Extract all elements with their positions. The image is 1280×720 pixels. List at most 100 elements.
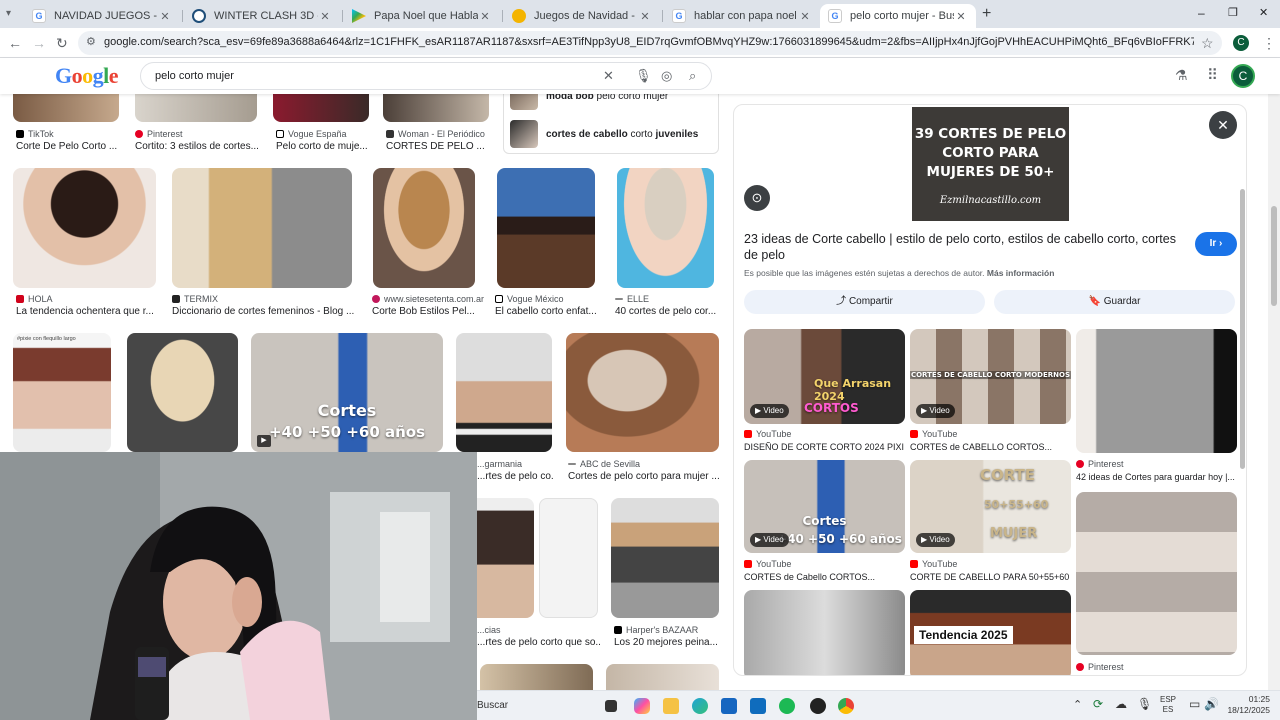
close-tab-icon[interactable]: ✕ [798, 10, 812, 23]
related-result[interactable]: CORTES DE CABELLO CORTO MODERNOS ▶ Video [910, 329, 1071, 424]
result-source[interactable]: www.sietesetenta.com.ar [372, 294, 484, 304]
close-tab-icon[interactable]: ✕ [638, 10, 652, 23]
related-source[interactable]: YouTube [744, 429, 791, 439]
volume-icon[interactable]: 🔊 [1204, 697, 1219, 711]
result-source[interactable]: TERMIX [172, 294, 218, 304]
spotify-icon[interactable] [779, 698, 795, 714]
clear-icon[interactable]: ✕ [603, 68, 614, 84]
related-result[interactable] [1076, 492, 1237, 655]
close-panel-button[interactable]: ✕ [1209, 111, 1237, 139]
image-result[interactable] [383, 94, 489, 122]
result-caption[interactable]: Corte Bob Estilos Pel... [372, 306, 476, 317]
result-source[interactable]: ...cias [477, 625, 501, 635]
related-result[interactable] [744, 590, 905, 675]
search-icon[interactable]: ⌕ [689, 68, 696, 84]
related-caption[interactable]: CORTE DE CABELLO PARA 50+55+60... [910, 572, 1070, 582]
file-explorer-icon[interactable] [663, 698, 679, 714]
page-scrollbar-thumb[interactable] [1271, 206, 1277, 306]
tab-papa-noel-apps[interactable]: Papa Noel que Habla - Apps en ✕ [344, 4, 500, 28]
image-result[interactable] [172, 168, 352, 288]
lens-search-button[interactable]: ⊙ [744, 185, 770, 211]
microphone-icon[interactable]: 🎙 [635, 68, 652, 84]
language-indicator[interactable]: ESP ES [1160, 695, 1176, 715]
tab-pelo-corto-mujer[interactable]: G pelo corto mujer - Buscar con G ✕ [820, 4, 976, 28]
related-result[interactable]: Cortes +40 +50 +60 años ▶ Video [744, 460, 905, 553]
image-result[interactable] [606, 664, 719, 690]
search-input[interactable]: pelo corto mujer [155, 70, 234, 82]
page-scrollbar[interactable] [1268, 94, 1280, 690]
menu-icon[interactable]: ⋮ [1262, 35, 1276, 51]
more-info-link[interactable]: Más información [987, 268, 1055, 278]
taskbar-search[interactable]: Buscar [477, 700, 508, 711]
result-caption[interactable]: Corte De Pelo Corto ... [16, 141, 126, 152]
image-result[interactable] [617, 168, 714, 288]
image-result[interactable]: #pixie con flequillo largo [13, 333, 111, 452]
result-source[interactable]: Vogue España [276, 129, 347, 139]
related-source[interactable]: Pinterest [1076, 662, 1124, 672]
result-source[interactable]: Pinterest [135, 129, 183, 139]
result-source[interactable]: Woman - El Periódico [386, 129, 485, 139]
result-caption[interactable]: 40 cortes de pelo cor... [615, 306, 717, 317]
reload-icon[interactable]: ↻ [56, 35, 68, 51]
image-result-video[interactable]: Cortes +40 +50 +60 años ▶ [251, 333, 443, 452]
tab-winter-clash[interactable]: WINTER CLASH 3D - ¡Juega Gr ✕ [184, 4, 340, 28]
store-icon[interactable] [721, 698, 737, 714]
obs-icon[interactable] [810, 698, 826, 714]
image-result[interactable] [13, 94, 119, 122]
clock[interactable]: 01:25 18/12/2025 [1224, 694, 1270, 716]
related-source[interactable]: YouTube [910, 429, 957, 439]
image-result[interactable] [497, 168, 595, 288]
result-source[interactable]: HOLA [16, 294, 53, 304]
bookmark-star-icon[interactable]: ☆ [1201, 35, 1214, 51]
close-tab-icon[interactable]: ✕ [158, 10, 172, 23]
site-info-icon[interactable]: ⚙ [86, 35, 96, 48]
result-source[interactable]: TikTok [16, 129, 54, 139]
image-result[interactable] [273, 94, 369, 122]
back-icon[interactable]: ← [8, 35, 22, 51]
close-window-button[interactable]: ✕ [1259, 6, 1268, 19]
microphone-tray-icon[interactable]: 🎙 [1137, 697, 1152, 711]
result-caption[interactable]: Cortito: 3 estilos de cortes... [135, 141, 261, 152]
lens-icon[interactable]: ◎ [661, 68, 672, 84]
task-view-icon[interactable] [605, 700, 617, 712]
edge-icon[interactable] [692, 698, 708, 714]
related-source[interactable]: Pinterest [1076, 459, 1124, 469]
result-source[interactable]: Vogue México [495, 294, 564, 304]
result-caption[interactable]: La tendencia ochentera que r... [16, 306, 156, 317]
related-caption[interactable]: CORTES de CABELLO CORTOS... [910, 442, 1070, 452]
sync-icon[interactable]: ⟳ [1093, 697, 1103, 711]
image-result[interactable] [539, 498, 598, 618]
image-result[interactable] [13, 168, 156, 288]
related-caption[interactable]: 42 ideas de Cortes para guardar hoy |... [1076, 472, 1236, 482]
tab-search-icon[interactable]: ▾ [6, 8, 11, 19]
result-caption[interactable]: ...rtes de pelo corto que so... [477, 637, 601, 648]
result-source[interactable]: ELLE [615, 294, 649, 304]
cloud-icon[interactable]: ☁ [1115, 697, 1127, 711]
image-result[interactable] [373, 168, 475, 288]
suggestion-cortes-juveniles[interactable]: cortes de cabello corto juveniles [510, 119, 698, 149]
labs-flask-icon[interactable]: ⚗ [1175, 67, 1188, 84]
image-result[interactable] [477, 498, 534, 618]
panel-scrollbar-thumb[interactable] [1240, 189, 1245, 469]
network-icon[interactable]: ▭ [1189, 697, 1200, 711]
save-button[interactable]: 🔖 Guardar [994, 290, 1235, 314]
result-caption[interactable]: Cortes de pelo corto para mujer ... [568, 471, 720, 482]
image-result[interactable] [480, 664, 593, 690]
related-result[interactable]: Que Arrasan 2024 CORTOS ▶ Video [744, 329, 905, 424]
result-caption[interactable]: ...rtes de pelo co... [477, 471, 553, 482]
image-result[interactable] [456, 333, 552, 452]
url-text[interactable]: google.com/search?sca_esv=69fe89a3688a64… [104, 36, 1194, 48]
image-result[interactable] [127, 333, 238, 452]
show-hidden-icons[interactable]: ⌃ [1073, 698, 1082, 711]
outlook-icon[interactable] [750, 698, 766, 714]
related-caption[interactable]: DISEÑO DE CORTE CORTO 2024 PIXIE... [744, 442, 904, 452]
related-result[interactable] [1076, 329, 1237, 453]
google-logo[interactable]: Google [55, 63, 119, 89]
result-caption[interactable]: Los 20 mejores peina... [614, 637, 718, 648]
close-tab-icon[interactable]: ✕ [478, 10, 492, 23]
image-result[interactable] [135, 94, 257, 122]
result-source[interactable]: ...garmania [477, 459, 522, 469]
search-box[interactable]: pelo corto mujer ✕ 🎙 ◎ ⌕ [140, 62, 712, 90]
result-source[interactable]: Harper's BAZAAR [614, 625, 698, 635]
close-tab-icon[interactable]: ✕ [318, 10, 332, 23]
